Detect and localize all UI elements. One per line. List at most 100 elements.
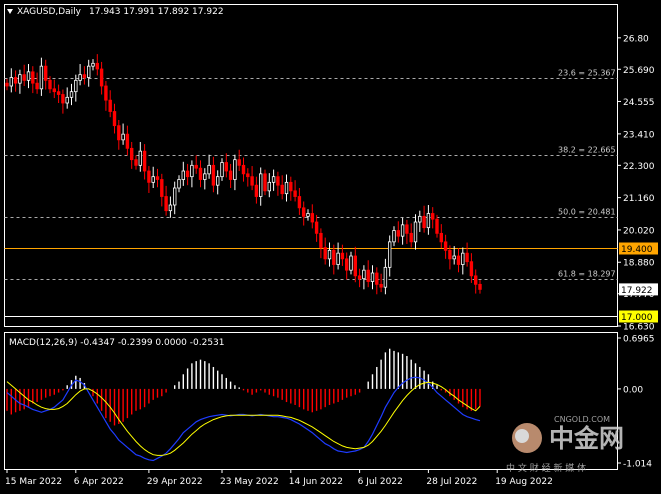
candle-body-73 — [319, 232, 323, 248]
candle-body-11 — [52, 88, 56, 93]
candle-body-35 — [155, 176, 160, 180]
candle-body-103 — [448, 249, 452, 260]
candle-body-72 — [314, 221, 319, 234]
candle-body-10 — [48, 79, 52, 90]
price-tick-label-0: 26.80 — [623, 34, 649, 44]
candle-body-51 — [224, 162, 228, 172]
candle-body-36 — [160, 179, 164, 197]
price-tick-label-9: 16.630 — [623, 323, 655, 333]
candle-body-49 — [215, 176, 220, 186]
candle-body-46 — [203, 173, 207, 180]
candle-body-59 — [258, 173, 263, 197]
candle-body-66 — [289, 181, 293, 192]
candle-body-28 — [125, 133, 130, 149]
fib-level-label-0: 23.6 = 25.367 — [558, 69, 616, 78]
candle-body-62 — [271, 176, 276, 183]
candle-body-5 — [26, 71, 31, 81]
price-tick-label-6: 20.020 — [623, 226, 655, 236]
candle-body-79 — [344, 258, 349, 271]
time-tick-label-5: 6 Jul 2022 — [358, 477, 403, 487]
candle-body-27 — [121, 133, 125, 141]
chart-window: 23.6 = 25.367 38.2 = 22.665 50.0 = 20.481 6… — [0, 0, 661, 490]
watermark-slogan: 中 文 财 经 新 媒 体 — [506, 462, 586, 474]
candle-body-99 — [430, 213, 435, 220]
price-tick-label-5: 21.160 — [623, 194, 655, 204]
price-tick-label-7: 18.880 — [623, 259, 655, 269]
candle-body-7 — [35, 82, 39, 90]
candle-body-14 — [65, 96, 69, 104]
candle-body-74 — [323, 247, 327, 260]
chart-canvas[interactable]: 23.6 = 25.367 38.2 = 22.665 50.0 = 20.481 6… — [0, 0, 661, 490]
candle-body-69 — [301, 207, 306, 217]
candle-body-15 — [69, 91, 74, 98]
candle-body-94 — [409, 232, 413, 243]
cngold-logo-inner-icon — [515, 429, 529, 443]
candle-body-102 — [443, 241, 448, 251]
candle-body-6 — [31, 71, 35, 84]
candle-body-29 — [129, 147, 134, 161]
candle-body-40 — [177, 179, 181, 189]
time-tick-label-0: 15 Mar 2022 — [5, 477, 62, 487]
level-tag-label-4: 19.400 — [621, 245, 653, 255]
price-tick-label-3: 23.410 — [623, 130, 655, 140]
candle-body-47 — [207, 164, 211, 175]
candle-body-95 — [413, 221, 418, 243]
macd-tick-label-2: -1.014 — [623, 460, 652, 470]
watermark-logo-text: 中金网 — [549, 424, 624, 453]
candle-body-101 — [439, 232, 443, 243]
candle-body-37 — [164, 196, 168, 212]
candle-body-43 — [190, 164, 194, 178]
candle-body-106 — [461, 252, 465, 265]
candle-body-53 — [233, 159, 237, 180]
candle-body-86 — [375, 272, 379, 285]
candle-body-26 — [117, 125, 121, 141]
candle-body-77 — [336, 252, 340, 265]
watermark-url: CNGOLD.COM — [554, 415, 610, 424]
time-tick-label-4: 14 Jun 2022 — [289, 477, 343, 487]
candle-body-25 — [112, 111, 117, 127]
candle-body-76 — [332, 249, 336, 265]
time-tick-label-6: 28 Jul 2022 — [426, 477, 477, 487]
candle-body-84 — [366, 269, 370, 282]
candle-body-63 — [276, 176, 280, 186]
candle-body-44 — [194, 164, 198, 169]
level-tag-label-5: 17.000 — [621, 313, 653, 323]
candle-body-80 — [349, 255, 353, 271]
candle-body-54 — [237, 159, 241, 166]
candle-body-96 — [418, 215, 422, 223]
candle-body-22 — [99, 68, 104, 87]
candle-body-8 — [39, 65, 44, 90]
candle-body-30 — [134, 159, 138, 166]
candle-body-91 — [396, 230, 400, 237]
candle-body-42 — [185, 170, 190, 178]
candle-body-1 — [9, 77, 13, 87]
time-tick-label-1: 6 Apr 2022 — [74, 477, 124, 487]
symbol-label: XAGUSD,Daily — [17, 7, 82, 17]
candle-body-41 — [181, 170, 185, 180]
candle-body-87 — [379, 283, 383, 288]
candle-body-93 — [405, 224, 409, 234]
fib-level-label-1: 38.2 = 22.665 — [558, 146, 616, 155]
candle-body-2 — [13, 77, 18, 84]
candle-body-48 — [211, 164, 216, 186]
candle-body-55 — [241, 164, 246, 175]
candle-body-67 — [293, 190, 297, 197]
candle-body-108 — [469, 261, 474, 277]
candle-body-23 — [104, 85, 108, 101]
candle-body-21 — [95, 62, 99, 70]
candle-body-65 — [284, 181, 289, 195]
candle-body-32 — [142, 150, 147, 172]
candle-body-100 — [435, 218, 439, 234]
candle-body-109 — [473, 275, 478, 285]
candle-body-50 — [220, 162, 224, 178]
candle-body-90 — [392, 230, 396, 243]
candle-body-34 — [151, 176, 155, 183]
candle-body-104 — [452, 255, 456, 260]
candle-body-85 — [370, 272, 375, 282]
candle-body-16 — [74, 79, 78, 93]
candle-body-68 — [297, 196, 302, 209]
candle-body-9 — [44, 65, 48, 81]
candle-body-58 — [254, 184, 259, 197]
candle-body-61 — [267, 181, 271, 192]
candle-body-17 — [78, 74, 82, 81]
